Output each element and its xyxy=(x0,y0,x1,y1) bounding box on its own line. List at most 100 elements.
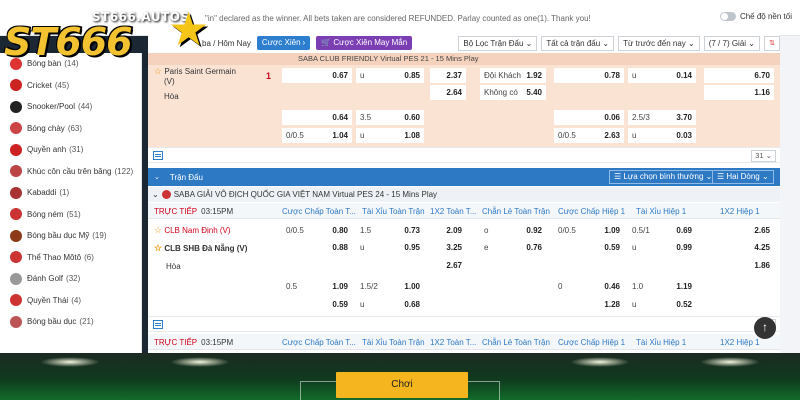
odds-cell[interactable]: o 0.92 xyxy=(480,223,546,238)
odds-cell[interactable]: u 0.52 xyxy=(628,297,696,312)
odds-cell[interactable]: 1.16 xyxy=(704,85,774,100)
odds-cell[interactable]: 0.64 xyxy=(282,110,352,125)
odds-cell[interactable]: 3.25 xyxy=(430,240,466,255)
more-bets-select[interactable]: 31 ⌄ xyxy=(751,150,776,162)
filter-toolbar: ba / Hôm Nay Cược Xiên › 🛒 Cược Xiên May … xyxy=(148,33,780,53)
play-button[interactable]: Chơi xyxy=(336,372,468,398)
odds-cell[interactable]: 2.64 xyxy=(430,85,466,100)
odds-cell[interactable]: 2.65 xyxy=(704,223,774,238)
odds-cell[interactable]: Đội Khách 1.92 xyxy=(480,68,546,83)
announcement-text: "in" declared as the winner. All bets ta… xyxy=(205,14,591,23)
chevron-down-icon: ⌄ xyxy=(748,38,755,48)
odds-cell[interactable]: 3.5 0.60 xyxy=(356,110,424,125)
sidebar-item[interactable]: Bóng bầu dục Mỹ (19) xyxy=(0,225,141,247)
sidebar-item[interactable]: Khúc côn cầu trên băng (122) xyxy=(0,161,141,183)
odds-cell[interactable]: u 0.99 xyxy=(628,240,696,255)
chevron-right-icon: › xyxy=(302,38,306,47)
league-count-select[interactable]: (7 / 7) Giải ⌄ xyxy=(703,35,760,51)
league-filter-select[interactable]: Tất cả trận đấu ⌄ xyxy=(541,35,615,51)
sort-mode-select[interactable]: ☰ Lựa chọn bình thường ⌄ xyxy=(609,170,718,184)
sidebar-item-count: (6) xyxy=(84,252,94,262)
scroll-to-top-button[interactable]: ↑ xyxy=(754,317,776,339)
odds-cell[interactable]: u 1.08 xyxy=(356,128,424,143)
sidebar-item[interactable]: Thể Thao Môtô (6) xyxy=(0,247,141,269)
home-team-name: Paris Saint Germain xyxy=(164,67,236,76)
odds-cell[interactable]: 0.5/1 0.69 xyxy=(628,223,696,238)
parlay-tab-button[interactable]: Cược Xiên › xyxy=(256,36,311,50)
sidebar-item-label: Cricket xyxy=(27,80,52,90)
odds-cell[interactable]: 0/0.5 2.63 xyxy=(554,128,624,143)
odds-cell[interactable]: u 0.95 xyxy=(356,240,424,255)
odds-cell[interactable]: 1.5 0.73 xyxy=(356,223,424,238)
odds-cell[interactable]: 6.70 xyxy=(704,68,774,83)
odds-cell[interactable]: 1.86 xyxy=(704,258,774,273)
odds-cell[interactable]: e 0.76 xyxy=(480,240,546,255)
sidebar-item[interactable]: Kabaddi (1) xyxy=(0,182,141,204)
odds-cell[interactable]: u 0.14 xyxy=(628,68,696,83)
odds-cell[interactable]: 0.67 xyxy=(282,68,352,83)
col-header: Cược Chấp Toàn T... xyxy=(282,338,356,347)
sidebar-item[interactable]: Snooker/Pool (44) xyxy=(0,96,141,118)
odds-header-row: TRỰC TIẾP 03:15PM Cược Chấp Toàn T... Tài… xyxy=(148,334,780,350)
favorite-star-icon[interactable]: ☆ xyxy=(154,66,162,76)
odds-cell[interactable]: 2.37 xyxy=(430,68,466,83)
odds-cell[interactable]: u 0.68 xyxy=(356,297,424,312)
sidebar-item[interactable]: Đánh Golf (32) xyxy=(0,268,141,290)
sidebar-item-label: Bóng ném xyxy=(27,209,64,219)
section-header: ⌄ Trận Đấu ☰ Lựa chọn bình thường ⌄ ☰ Ha… xyxy=(148,168,780,186)
toggle-switch[interactable] xyxy=(719,12,736,21)
odds-cell[interactable]: 0/0.5 1.09 xyxy=(554,223,624,238)
home-team-suffix: (V) xyxy=(164,77,175,86)
match-filter-select[interactable]: Bộ Lọc Trận Đấu ⌄ xyxy=(458,35,538,51)
lucky-parlay-tab-button[interactable]: 🛒 Cược Xiên May Mắn xyxy=(316,36,413,50)
sport-icon xyxy=(10,100,22,113)
chevron-down-icon: ⌄ xyxy=(762,172,769,181)
list-icon[interactable] xyxy=(153,151,163,160)
odds-cell[interactable]: u 0.03 xyxy=(628,128,696,143)
odds-cell[interactable]: 0/0.5 0.80 xyxy=(282,223,352,238)
odds-cell[interactable]: 0.59 xyxy=(282,297,352,312)
favorite-star-icon[interactable]: ☆ xyxy=(154,243,162,253)
odds-cell[interactable]: 0.5 1.09 xyxy=(282,279,352,294)
list-icon[interactable] xyxy=(153,320,163,329)
stadium-light xyxy=(170,357,230,367)
sidebar-item[interactable]: Quyền anh (31) xyxy=(0,139,141,161)
odds-cell[interactable]: 2.67 xyxy=(430,258,466,273)
odds-cell[interactable]: 4.25 xyxy=(704,240,774,255)
odds-cell[interactable]: Không có 5.40 xyxy=(480,85,546,100)
odds-cell[interactable]: 2.09 xyxy=(430,223,466,238)
odds-cell[interactable]: 1.5/2 1.00 xyxy=(356,279,424,294)
sidebar-item[interactable]: Quyền Thái (4) xyxy=(0,290,141,312)
odds-cell[interactable]: 1.28 xyxy=(554,297,624,312)
odds-cell[interactable]: 1.0 1.19 xyxy=(628,279,696,294)
sidebar-item[interactable]: Bóng chày (63) xyxy=(0,118,141,140)
odds-cell[interactable]: u 0.85 xyxy=(356,68,424,83)
sidebar-item[interactable]: Cricket (45) xyxy=(0,75,141,97)
odds-cell[interactable]: 0.88 xyxy=(282,240,352,255)
odds-cell[interactable]: 2.5/3 3.70 xyxy=(628,110,696,125)
sidebar-item-count: (44) xyxy=(78,102,93,112)
sidebar-item[interactable]: Bóng ném (51) xyxy=(0,204,141,226)
row-mode-select[interactable]: ☰ Hai Dòng ⌄ xyxy=(712,170,774,184)
stadium-light xyxy=(40,357,100,367)
sort-button[interactable]: ⇅ xyxy=(764,35,780,51)
sidebar-item-label: Quyền anh xyxy=(27,145,67,155)
favorite-star-icon[interactable]: ☆ xyxy=(154,225,162,235)
col-header: Cược Chấp Toàn T... xyxy=(282,207,356,216)
chevron-down-icon: ⌄ xyxy=(525,38,533,48)
league-header[interactable]: ⌄ SABA GIẢI VÔ ĐỊCH QUỐC GIA VIỆT NAM Vir… xyxy=(148,187,780,202)
league-flag-icon xyxy=(161,190,171,200)
collapse-icon[interactable]: ⌄ xyxy=(154,173,160,181)
odds-cell[interactable]: 0.06 xyxy=(554,110,624,125)
dark-mode-toggle[interactable]: Chế độ nền tối xyxy=(719,12,792,21)
odds-cell[interactable]: 0/0.5 1.04 xyxy=(282,128,352,143)
odds-cell[interactable]: 0.59 xyxy=(554,240,624,255)
time-filter-select[interactable]: Từ trước đến nay ⌄ xyxy=(618,35,700,51)
site-logo[interactable]: ST666.AUTOS ST666 ★ xyxy=(0,0,210,64)
stadium-light xyxy=(700,357,760,367)
sidebar-item[interactable]: Bóng bầu dục (21) xyxy=(0,311,141,333)
odds-cell[interactable]: 0.78 xyxy=(554,68,624,83)
odds-cell[interactable]: 0 0.46 xyxy=(554,279,624,294)
collapse-icon[interactable]: ⌄ xyxy=(152,190,159,199)
list-icon: ☰ xyxy=(717,172,725,181)
